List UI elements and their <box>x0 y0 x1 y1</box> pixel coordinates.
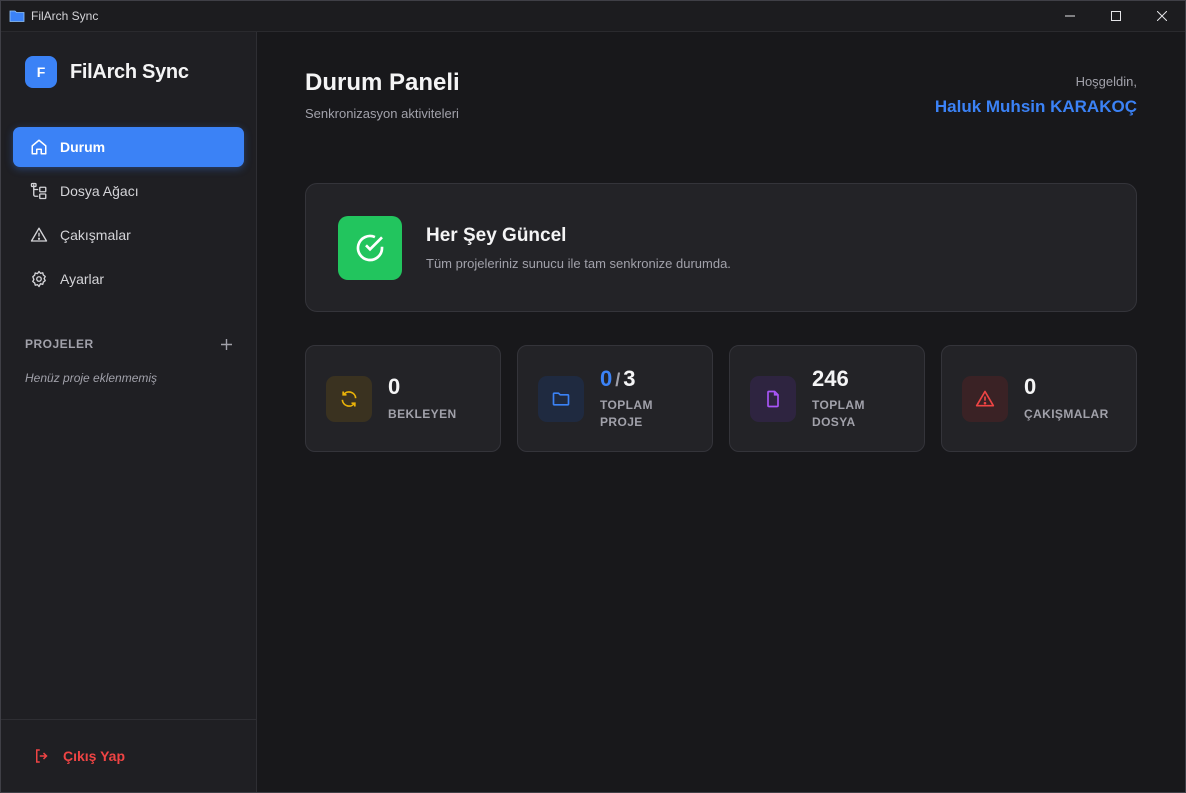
stat-value: 0/3 <box>600 367 670 391</box>
brand-name: FilArch Sync <box>70 60 189 83</box>
sidebar-item-label: Çakışmalar <box>60 227 131 243</box>
status-title: Her Şey Güncel <box>426 224 567 246</box>
folder-icon <box>538 375 584 422</box>
maximize-icon <box>1111 11 1121 21</box>
projects-title: PROJELER <box>25 337 94 351</box>
sidebar-nav: Durum Dosya Ağacı Çakışmalar Ayarlar <box>1 112 256 303</box>
minimize-button[interactable] <box>1047 1 1093 32</box>
main-content: Durum Paneli Senkronizasyon aktiviteleri… <box>257 32 1185 792</box>
title-bar: FilArch Sync <box>1 1 1185 32</box>
sidebar: F FilArch Sync Durum Dosya Ağacı Çakışma… <box>1 32 257 792</box>
logout-button[interactable]: Çıkış Yap <box>33 747 125 765</box>
add-project-button[interactable] <box>221 335 232 353</box>
brand-logo: F <box>25 56 57 88</box>
stat-value: 0 <box>388 374 401 400</box>
logout-icon <box>36 749 48 763</box>
plus-icon <box>221 339 232 350</box>
stat-label: ÇAKIŞMALAR <box>1024 406 1109 421</box>
welcome-label: Hoşgeldin, <box>1075 74 1137 89</box>
app-window: FilArch Sync F FilArch Sync Durum Dosya … <box>0 0 1186 793</box>
brand: F FilArch Sync <box>1 32 256 112</box>
sidebar-item-label: Durum <box>60 139 106 155</box>
stat-value: 246 <box>812 366 849 392</box>
status-description: Tüm projeleriniz sunucu ile tam senkroni… <box>426 255 731 271</box>
alert-icon <box>962 375 1008 422</box>
warning-icon <box>30 227 48 242</box>
projects-header: PROJELER <box>1 334 256 354</box>
page-subtitle: Senkronizasyon aktiviteleri <box>305 106 459 121</box>
sidebar-footer: Çıkış Yap <box>1 719 256 792</box>
stat-label: TOPLAM PROJE <box>600 398 653 429</box>
close-icon <box>1157 11 1167 21</box>
logout-label: Çıkış Yap <box>63 748 126 764</box>
stat-card-projects: 0/3 TOPLAM PROJE <box>517 345 713 452</box>
sidebar-item-durum[interactable]: Durum <box>13 127 244 167</box>
page-header: Durum Paneli Senkronizasyon aktiviteleri… <box>305 68 1137 156</box>
sidebar-item-ayarlar[interactable]: Ayarlar <box>13 259 244 299</box>
user-name: Haluk Muhsin KARAKOÇ <box>934 97 1137 116</box>
page-title: Durum Paneli <box>305 69 460 96</box>
close-button[interactable] <box>1139 1 1185 32</box>
stat-value-current: 0 <box>600 366 613 392</box>
projects-empty-text: Henüz proje eklenmemiş <box>25 371 158 385</box>
gear-icon <box>32 270 46 288</box>
stats-row: 0 BEKLEYEN 0/3 TOPLAM PROJE 246 TOPLAM D… <box>305 345 1137 452</box>
file-icon <box>750 375 796 422</box>
sidebar-item-label: Ayarlar <box>60 271 105 287</box>
minimize-icon <box>1065 15 1075 17</box>
stat-card-files: 246 TOPLAM DOSYA <box>729 345 925 452</box>
stat-label: BEKLEYEN <box>388 406 457 421</box>
sync-icon <box>326 375 372 422</box>
sync-status-card: Her Şey Güncel Tüm projeleriniz sunucu i… <box>305 183 1137 312</box>
stat-value: 0 <box>1024 374 1037 400</box>
tree-icon <box>30 182 47 200</box>
check-circle-icon <box>338 215 402 280</box>
sidebar-item-cakismalar[interactable]: Çakışmalar <box>13 215 244 255</box>
stat-card-conflicts: 0 ÇAKIŞMALAR <box>941 345 1137 452</box>
stat-label: TOPLAM DOSYA <box>812 398 865 429</box>
sidebar-item-label: Dosya Ağacı <box>60 183 139 199</box>
maximize-button[interactable] <box>1093 1 1139 32</box>
home-icon <box>31 139 47 155</box>
sidebar-item-dosya-agaci[interactable]: Dosya Ağacı <box>13 171 244 211</box>
window-title: FilArch Sync <box>31 9 99 23</box>
welcome-block: Hoşgeldin, Haluk Muhsin KARAKOÇ <box>935 68 1137 117</box>
stat-value-separator: / <box>615 370 621 391</box>
stat-card-pending: 0 BEKLEYEN <box>305 345 501 452</box>
stat-value-total: 3 <box>623 366 636 392</box>
app-folder-icon <box>9 8 25 24</box>
